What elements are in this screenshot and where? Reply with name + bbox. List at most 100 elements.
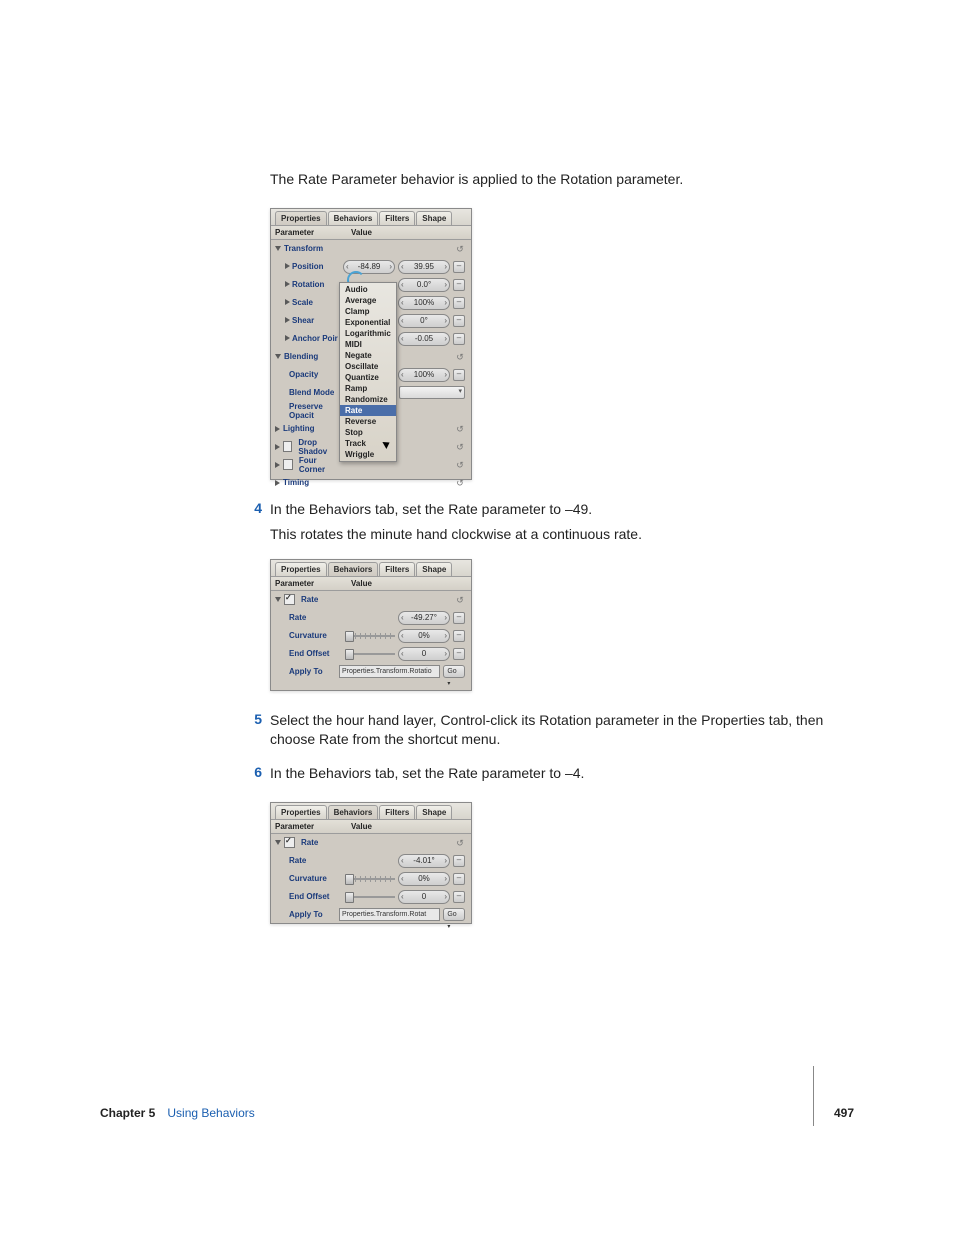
disclosure-icon[interactable] xyxy=(275,462,280,468)
menu-item-clamp[interactable]: Clamp xyxy=(340,306,396,317)
reset-button[interactable]: ↺ xyxy=(455,838,465,848)
disclosure-icon[interactable] xyxy=(275,246,281,251)
step-4: 4 In the Behaviors tab, set the Rate par… xyxy=(270,500,854,520)
rate-checkbox[interactable] xyxy=(284,837,295,848)
go-button[interactable]: Go xyxy=(443,665,465,678)
apply-to-label: Apply To xyxy=(289,667,323,676)
tab-behaviors[interactable]: Behaviors xyxy=(328,211,379,225)
end-offset-stepper[interactable]: 0 xyxy=(398,890,450,904)
curvature-stepper[interactable]: 0% xyxy=(398,872,450,886)
disclosure-icon[interactable] xyxy=(285,335,290,341)
menu-button[interactable]: – xyxy=(453,261,465,273)
rotation-stepper[interactable]: 0.0° xyxy=(398,278,450,292)
tab-properties[interactable]: Properties xyxy=(275,562,327,576)
apply-to-field[interactable]: Properties.Transform.Rotatio xyxy=(339,665,440,678)
menu-button[interactable]: – xyxy=(453,855,465,867)
menu-button[interactable]: – xyxy=(453,873,465,885)
menu-item-stop[interactable]: Stop xyxy=(340,427,396,438)
menu-item-exponential[interactable]: Exponential xyxy=(340,317,396,328)
go-button[interactable]: Go xyxy=(443,908,465,921)
col-value: Value xyxy=(347,820,471,833)
end-offset-slider[interactable] xyxy=(345,649,395,659)
rate-stepper[interactable]: -4.01° xyxy=(398,854,450,868)
disclosure-icon[interactable] xyxy=(275,426,280,432)
menu-item-randomize[interactable]: Randomize xyxy=(340,394,396,405)
menu-button[interactable]: – xyxy=(453,279,465,291)
menu-item-average[interactable]: Average xyxy=(340,295,396,306)
tab-properties[interactable]: Properties xyxy=(275,805,327,819)
reset-button[interactable]: ↺ xyxy=(455,442,465,452)
anchor-stepper[interactable]: -0.05 xyxy=(398,332,450,346)
menu-button[interactable]: – xyxy=(453,630,465,642)
end-offset-slider[interactable] xyxy=(345,892,395,902)
reset-button[interactable]: ↺ xyxy=(455,460,465,470)
disclosure-icon[interactable] xyxy=(275,354,281,359)
group-transform: Transform xyxy=(284,244,323,253)
menu-item-quantize[interactable]: Quantize xyxy=(340,372,396,383)
preserve-opacity-label: Preserve Opacit xyxy=(289,402,339,420)
disclosure-icon[interactable] xyxy=(285,263,290,269)
disclosure-icon[interactable] xyxy=(275,444,280,450)
tab-behaviors[interactable]: Behaviors xyxy=(328,562,379,576)
menu-button[interactable]: – xyxy=(453,612,465,624)
reset-button[interactable]: ↺ xyxy=(455,478,465,488)
property-body: Transform ↺ Position -84.89 39.95 – Rota… xyxy=(271,240,471,492)
disclosure-icon[interactable] xyxy=(275,840,281,845)
reset-button[interactable]: ↺ xyxy=(455,244,465,254)
shear-label: Shear xyxy=(292,316,314,325)
drop-shadow-checkbox[interactable] xyxy=(283,441,292,452)
menu-item-reverse[interactable]: Reverse xyxy=(340,416,396,427)
rate-checkbox[interactable] xyxy=(284,594,295,605)
menu-button[interactable]: – xyxy=(453,891,465,903)
tab-behaviors[interactable]: Behaviors xyxy=(328,805,379,819)
tab-shape[interactable]: Shape xyxy=(416,211,452,225)
reset-button[interactable]: ↺ xyxy=(455,595,465,605)
tab-shape[interactable]: Shape xyxy=(416,562,452,576)
disclosure-icon[interactable] xyxy=(275,597,281,602)
step-text: Select the hour hand layer, Control-clic… xyxy=(270,711,854,750)
menu-item-midi[interactable]: MIDI xyxy=(340,339,396,350)
menu-button[interactable]: – xyxy=(453,369,465,381)
menu-item-rate[interactable]: Rate xyxy=(340,405,396,416)
tab-filters[interactable]: Filters xyxy=(379,211,415,225)
reset-button[interactable]: ↺ xyxy=(455,352,465,362)
disclosure-icon[interactable] xyxy=(285,317,290,323)
col-value: Value xyxy=(347,577,471,590)
position-y-stepper[interactable]: 39.95 xyxy=(398,260,450,274)
rotation-label: Rotation xyxy=(292,280,324,289)
four-corner-checkbox[interactable] xyxy=(283,459,293,470)
group-timing: Timing xyxy=(283,478,309,487)
end-offset-stepper[interactable]: 0 xyxy=(398,647,450,661)
tab-properties[interactable]: Properties xyxy=(275,211,327,225)
menu-item-wriggle[interactable]: Wriggle xyxy=(340,449,396,460)
reset-button[interactable]: ↺ xyxy=(455,424,465,434)
menu-item-audio[interactable]: Audio xyxy=(340,284,396,295)
menu-button[interactable]: – xyxy=(453,333,465,345)
menu-item-oscillate[interactable]: Oscillate xyxy=(340,361,396,372)
curvature-slider[interactable] xyxy=(345,874,395,884)
menu-item-logarithmic[interactable]: Logarithmic xyxy=(340,328,396,339)
menu-item-ramp[interactable]: Ramp xyxy=(340,383,396,394)
group-blending: Blending xyxy=(284,352,318,361)
apply-to-field[interactable]: Properties.Transform.Rotat xyxy=(339,908,440,921)
tab-filters[interactable]: Filters xyxy=(379,562,415,576)
opacity-stepper[interactable]: 100% xyxy=(398,368,450,382)
curvature-slider[interactable] xyxy=(345,631,395,641)
rate-stepper[interactable]: -49.27° xyxy=(398,611,450,625)
blend-mode-label: Blend Mode xyxy=(289,388,334,397)
blend-mode-select[interactable] xyxy=(399,386,465,399)
disclosure-icon[interactable] xyxy=(285,281,290,287)
menu-button[interactable]: – xyxy=(453,648,465,660)
disclosure-icon[interactable] xyxy=(285,299,290,305)
disclosure-icon[interactable] xyxy=(275,480,280,486)
step-5: 5 Select the hour hand layer, Control-cl… xyxy=(270,711,854,750)
tab-filters[interactable]: Filters xyxy=(379,805,415,819)
curvature-stepper[interactable]: 0% xyxy=(398,629,450,643)
tab-bar: Properties Behaviors Filters Shape xyxy=(271,803,471,820)
shear-stepper[interactable]: 0° xyxy=(398,314,450,328)
scale-stepper[interactable]: 100% xyxy=(398,296,450,310)
menu-item-negate[interactable]: Negate xyxy=(340,350,396,361)
menu-button[interactable]: – xyxy=(453,297,465,309)
tab-shape[interactable]: Shape xyxy=(416,805,452,819)
menu-button[interactable]: – xyxy=(453,315,465,327)
